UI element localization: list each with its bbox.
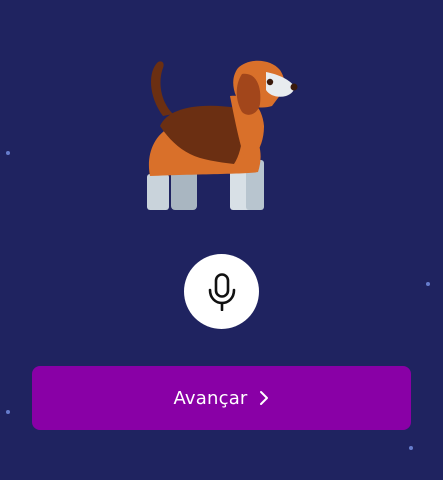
chevron-right-icon [259,391,268,405]
star-decoration [426,282,430,286]
app-screen: Avançar [0,0,443,480]
beagle-dog-illustration [147,60,298,210]
star-decoration [6,410,10,414]
microphone-button[interactable] [184,254,259,329]
star-decoration [409,446,413,450]
next-button-label: Avançar [173,387,248,409]
microphone-icon [208,272,235,311]
star-decoration [6,151,10,155]
next-button[interactable]: Avançar [32,366,411,430]
